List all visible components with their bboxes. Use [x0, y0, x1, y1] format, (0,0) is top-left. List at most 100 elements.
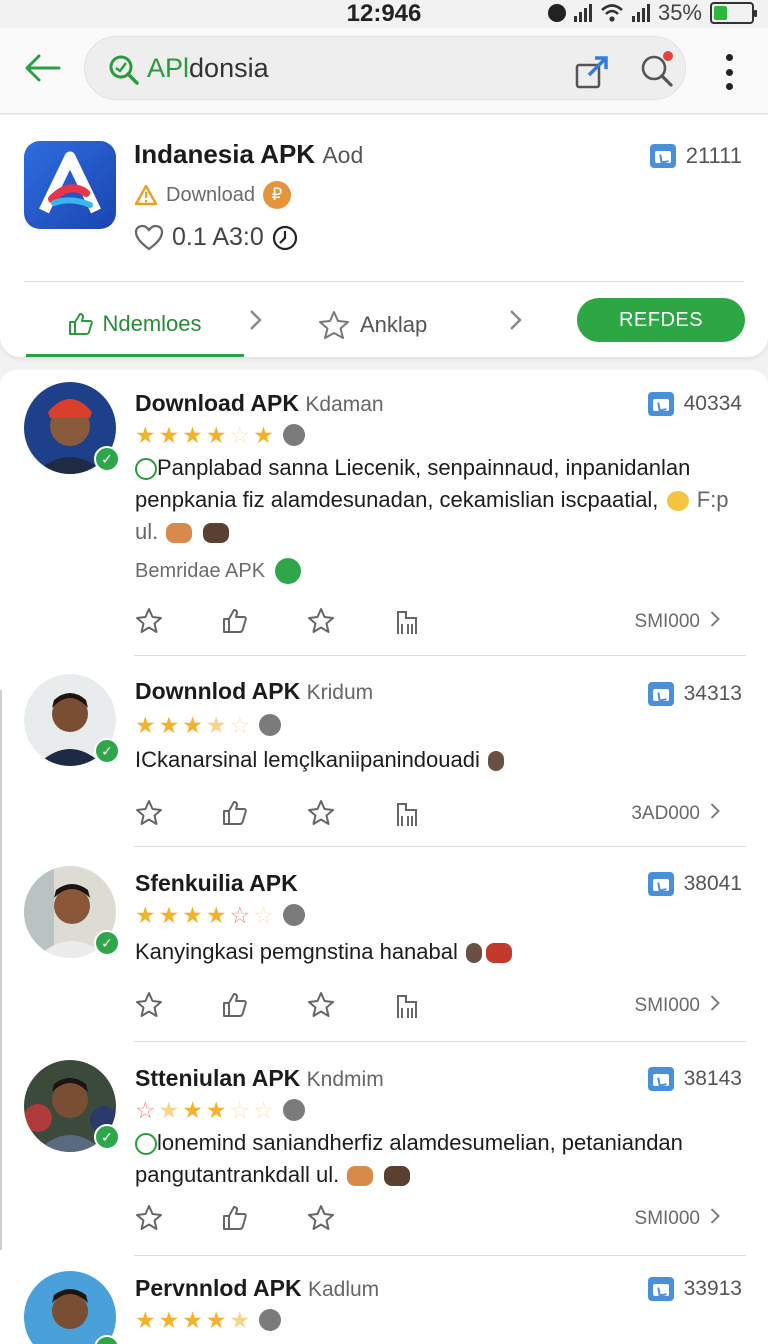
star-icon: ☆ [135, 1096, 156, 1123]
chat-icon [275, 558, 302, 584]
star-icon: ☆ [253, 1096, 274, 1123]
star-icon: ★ [158, 901, 180, 928]
star-icon: ★ [205, 1306, 227, 1333]
chevron-right-icon[interactable] [504, 305, 528, 335]
review-author: Stteniulan APK Kndmim [135, 1065, 384, 1091]
star-icon[interactable] [306, 606, 336, 636]
status-icons: 35% [547, 0, 757, 26]
more-link[interactable]: SMI000 [635, 608, 722, 636]
star-icon: ★ [158, 711, 180, 738]
star-icon[interactable] [134, 798, 164, 828]
report-icon[interactable] [392, 990, 422, 1020]
star-icon: ★ [182, 901, 203, 928]
leaf-icon [135, 458, 157, 481]
avatar[interactable]: ✓ [24, 1060, 120, 1152]
leaf-icon [135, 1133, 157, 1156]
warning-icon [134, 184, 158, 206]
divider [24, 281, 744, 282]
more-link[interactable]: SMI000 [635, 1205, 722, 1233]
review-source[interactable]: Bemridae APK [135, 558, 302, 584]
star-icon[interactable] [134, 990, 164, 1020]
star-icon: ★ [158, 1306, 180, 1333]
review-item: ✓ Pervnnlod APK Kadlum ★★★★★ 33913 [0, 1255, 768, 1344]
app-logo[interactable] [24, 141, 116, 229]
signal-icon-2 [631, 4, 650, 22]
app-header-card: Indanesia APK Aod Download ₽ 0.1 A3:0 21… [0, 115, 768, 357]
tab-reviews[interactable]: Ndemloes [26, 293, 244, 357]
calendar-icon [649, 144, 676, 168]
thumbs-up-icon[interactable] [220, 798, 250, 828]
rating-stars: ★ ★ ★ ★ ★ [135, 1306, 282, 1333]
verified-badge-icon: ✓ [94, 1124, 120, 1150]
star-icon[interactable] [306, 1203, 336, 1233]
review-author: Sfenkuilia APK [135, 870, 298, 896]
battery-percent: 35% [657, 0, 702, 25]
more-options-icon[interactable] [714, 50, 744, 94]
app-download-row[interactable]: Download ₽ [134, 181, 291, 209]
star-icon: ★ [135, 1306, 156, 1333]
star-icon: ★ [135, 421, 156, 448]
report-icon[interactable] [392, 606, 422, 636]
star-icon: ★ [205, 1096, 227, 1123]
avatar[interactable]: ✓ [24, 1271, 120, 1344]
review-author: Download APK Kdaman [135, 390, 384, 416]
star-icon[interactable] [306, 990, 336, 1020]
star-icon: ★ [158, 1096, 180, 1123]
star-icon: ★ [182, 421, 203, 448]
app-count: 21111 [649, 143, 742, 169]
chevron-right-icon[interactable] [244, 305, 268, 335]
review-actions: SMI000 [134, 990, 746, 1020]
star-icon: ☆ [229, 421, 251, 448]
star-icon[interactable] [134, 606, 164, 636]
star-icon: ★ [205, 711, 227, 738]
lens-search-icon[interactable] [637, 49, 677, 89]
report-icon[interactable] [392, 798, 422, 828]
review-count: 33913 [647, 1277, 742, 1301]
avatar[interactable]: ✓ [24, 382, 120, 474]
emoji-icon [383, 1166, 410, 1187]
star-icon: ★ [182, 1306, 203, 1333]
more-link-label: SMI000 [634, 995, 700, 1016]
share-icon[interactable] [573, 51, 613, 91]
star-icon[interactable] [134, 1203, 164, 1233]
review-count: 38143 [647, 1067, 742, 1091]
review-item: ✓ Sfenkuilia APK ★ ★ ★ ★ ☆ ☆ 38041 Kanyingkas… [0, 850, 768, 1045]
back-button[interactable] [20, 46, 64, 90]
thumbs-up-icon[interactable] [220, 1203, 250, 1233]
refdes-button[interactable]: REFDES [577, 298, 745, 342]
tab-ranking[interactable]: Anklap [318, 293, 478, 357]
review-text: lonemind saniandherfiz alamdesumelian, p… [135, 1130, 683, 1187]
app-logo-mark-icon [39, 151, 101, 214]
globe-icon [259, 714, 282, 736]
emoji-icon [347, 1166, 374, 1187]
arrow-left-icon [25, 54, 61, 82]
review-actions: SMI000 [134, 1203, 746, 1233]
review-count: 34313 [647, 682, 742, 706]
review-count: 40334 [647, 392, 742, 416]
thumbs-up-icon[interactable] [220, 606, 250, 636]
verified-badge-icon: ✓ [94, 446, 120, 472]
search-input[interactable]: APldonsia [84, 36, 686, 100]
thumbs-up-icon[interactable] [220, 990, 250, 1020]
star-icon: ★ [205, 421, 227, 448]
globe-icon [259, 1309, 282, 1331]
emoji-icon [466, 943, 483, 964]
avatar[interactable]: ✓ [24, 674, 120, 766]
verified-badge-icon: ✓ [94, 930, 120, 956]
avatar[interactable]: ✓ [24, 866, 120, 958]
reviews-list: ✓ Download APK Kdaman ★ ★ ★ ★ ☆ ★ 40334 Panpl… [0, 370, 768, 1344]
search-icon [109, 55, 139, 85]
star-icon: ★ [158, 421, 180, 448]
calendar-icon [647, 872, 674, 896]
heart-icon[interactable] [134, 224, 164, 252]
more-link[interactable]: SMI000 [635, 992, 722, 1020]
more-link[interactable]: 3AD000 [631, 800, 722, 828]
emoji-icon [166, 523, 193, 544]
globe-icon [282, 424, 305, 446]
emoji-icon [488, 751, 504, 772]
review-item: ✓ Stteniulan APK Kndmim ☆ ★ ★ ★ ☆ ☆ 38143 lon… [0, 1045, 768, 1256]
review-author: Downnlod APK Kridum [135, 678, 374, 704]
star-icon: ☆ [229, 901, 251, 928]
star-icon: ★ [205, 901, 227, 928]
star-icon[interactable] [306, 798, 336, 828]
